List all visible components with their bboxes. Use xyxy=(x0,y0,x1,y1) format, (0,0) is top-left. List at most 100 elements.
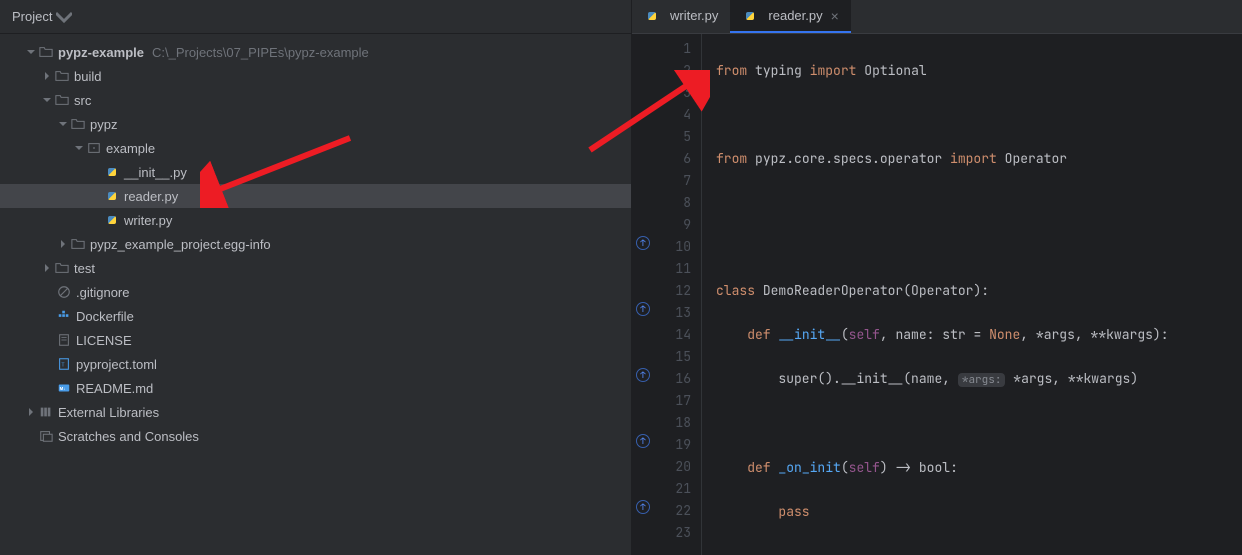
folder-icon xyxy=(54,260,70,276)
caret-right-icon[interactable] xyxy=(56,237,70,251)
python-file-icon xyxy=(104,164,120,180)
line-number: 2 xyxy=(632,60,691,82)
tree-label: External Libraries xyxy=(58,405,159,420)
line-number: 14 xyxy=(632,324,691,346)
tree-item-reader[interactable]: reader.py xyxy=(0,184,631,208)
tree-label: README.md xyxy=(76,381,153,396)
tree-label: test xyxy=(74,261,95,276)
scratches-icon xyxy=(38,428,54,444)
tree-label: writer.py xyxy=(124,213,172,228)
tree-label: example xyxy=(106,141,155,156)
tree-label: pyproject.toml xyxy=(76,357,157,372)
tree-item-external-libraries[interactable]: External Libraries xyxy=(0,400,631,424)
tree-item-gitignore[interactable]: .gitignore xyxy=(0,280,631,304)
folder-icon xyxy=(38,44,54,60)
line-number: 11 xyxy=(632,258,691,280)
tab-writer[interactable]: writer.py xyxy=(632,0,730,33)
line-number: 8 xyxy=(632,192,691,214)
line-number: 22 xyxy=(675,502,691,519)
caret-down-icon[interactable] xyxy=(56,117,70,131)
line-number: 23 xyxy=(632,522,691,544)
tree-label: Dockerfile xyxy=(76,309,134,324)
tree-item-readme[interactable]: M↓ README.md xyxy=(0,376,631,400)
override-gutter-icon[interactable] xyxy=(636,434,650,448)
code-editor[interactable]: 1 2 3 4 5 6 7 8 9 10 11 12 13 14 15 16 1… xyxy=(632,34,1242,555)
tree-item-example[interactable]: example xyxy=(0,136,631,160)
svg-text:T: T xyxy=(61,363,65,369)
package-icon xyxy=(86,140,102,156)
line-number: 3 xyxy=(632,82,691,104)
tree-item-pyproject[interactable]: T pyproject.toml xyxy=(0,352,631,376)
line-number: 20 xyxy=(632,456,691,478)
line-number: 17 xyxy=(632,390,691,412)
folder-icon xyxy=(70,236,86,252)
override-gutter-icon[interactable] xyxy=(636,302,650,316)
tree-label: __init__.py xyxy=(124,165,187,180)
text-file-icon xyxy=(56,332,72,348)
tree-label: src xyxy=(74,93,91,108)
caret-right-icon[interactable] xyxy=(40,69,54,83)
line-number: 10 xyxy=(675,238,691,255)
line-number: 6 xyxy=(632,148,691,170)
tree-root[interactable]: pypz-example C:\_Projects\07_PIPEs\pypz-… xyxy=(0,40,631,64)
tree-item-pypz[interactable]: pypz xyxy=(0,112,631,136)
tree-item-writer[interactable]: writer.py xyxy=(0,208,631,232)
caret-down-icon[interactable] xyxy=(72,141,86,155)
code-content[interactable]: from typing import Optional from pypz.co… xyxy=(702,34,1208,555)
line-numbers: 1 2 3 4 5 6 7 8 9 10 11 12 13 14 15 16 1… xyxy=(632,34,702,555)
line-number: 4 xyxy=(632,104,691,126)
tree-label: .gitignore xyxy=(76,285,129,300)
tree-path: C:\_Projects\07_PIPEs\pypz-example xyxy=(152,45,369,60)
tab-reader[interactable]: reader.py × xyxy=(730,0,850,33)
inline-hint: *args: xyxy=(958,373,1006,387)
line-number: 7 xyxy=(632,170,691,192)
library-icon xyxy=(38,404,54,420)
gitignore-icon xyxy=(56,284,72,300)
tree-item-license[interactable]: LICENSE xyxy=(0,328,631,352)
tab-label: writer.py xyxy=(670,8,718,23)
tree-label: pypz xyxy=(90,117,117,132)
editor-tabs: writer.py reader.py × xyxy=(632,0,1242,34)
docker-icon xyxy=(56,308,72,324)
close-icon[interactable]: × xyxy=(831,8,839,24)
override-gutter-icon[interactable] xyxy=(636,368,650,382)
line-number: 5 xyxy=(632,126,691,148)
line-number: 1 xyxy=(632,38,691,60)
override-gutter-icon[interactable] xyxy=(636,500,650,514)
line-number: 19 xyxy=(675,436,691,453)
caret-right-icon[interactable] xyxy=(24,405,38,419)
tree-item-scratches[interactable]: Scratches and Consoles xyxy=(0,424,631,448)
folder-icon xyxy=(54,68,70,84)
editor-pane: writer.py reader.py × 1 2 3 4 5 6 7 8 9 … xyxy=(632,0,1242,555)
tree-label: reader.py xyxy=(124,189,178,204)
python-file-icon xyxy=(742,8,758,24)
tree-item-egg[interactable]: pypz_example_project.egg-info xyxy=(0,232,631,256)
sidebar-header[interactable]: Project xyxy=(0,0,631,34)
project-sidebar: Project pypz-example C:\_Projects\07_PIP… xyxy=(0,0,632,555)
tab-label: reader.py xyxy=(768,8,822,23)
line-number: 16 xyxy=(675,370,691,387)
python-file-icon xyxy=(104,212,120,228)
python-file-icon xyxy=(104,188,120,204)
caret-right-icon[interactable] xyxy=(40,261,54,275)
markdown-icon: M↓ xyxy=(56,380,72,396)
tree-item-init[interactable]: __init__.py xyxy=(0,160,631,184)
tree-item-test[interactable]: test xyxy=(0,256,631,280)
sidebar-title: Project xyxy=(12,9,52,24)
caret-down-icon[interactable] xyxy=(40,93,54,107)
tree-item-dockerfile[interactable]: Dockerfile xyxy=(0,304,631,328)
toml-file-icon: T xyxy=(56,356,72,372)
python-file-icon xyxy=(644,8,660,24)
tree-label: pypz-example xyxy=(58,45,144,60)
tree-label: LICENSE xyxy=(76,333,132,348)
folder-icon xyxy=(54,92,70,108)
folder-icon xyxy=(70,116,86,132)
chevron-down-icon xyxy=(56,9,72,25)
override-gutter-icon[interactable] xyxy=(636,236,650,250)
tree-item-src[interactable]: src xyxy=(0,88,631,112)
caret-down-icon[interactable] xyxy=(24,45,38,59)
tree-item-build[interactable]: build xyxy=(0,64,631,88)
tree-label: pypz_example_project.egg-info xyxy=(90,237,271,252)
tree-label: build xyxy=(74,69,101,84)
svg-text:M↓: M↓ xyxy=(60,386,66,391)
